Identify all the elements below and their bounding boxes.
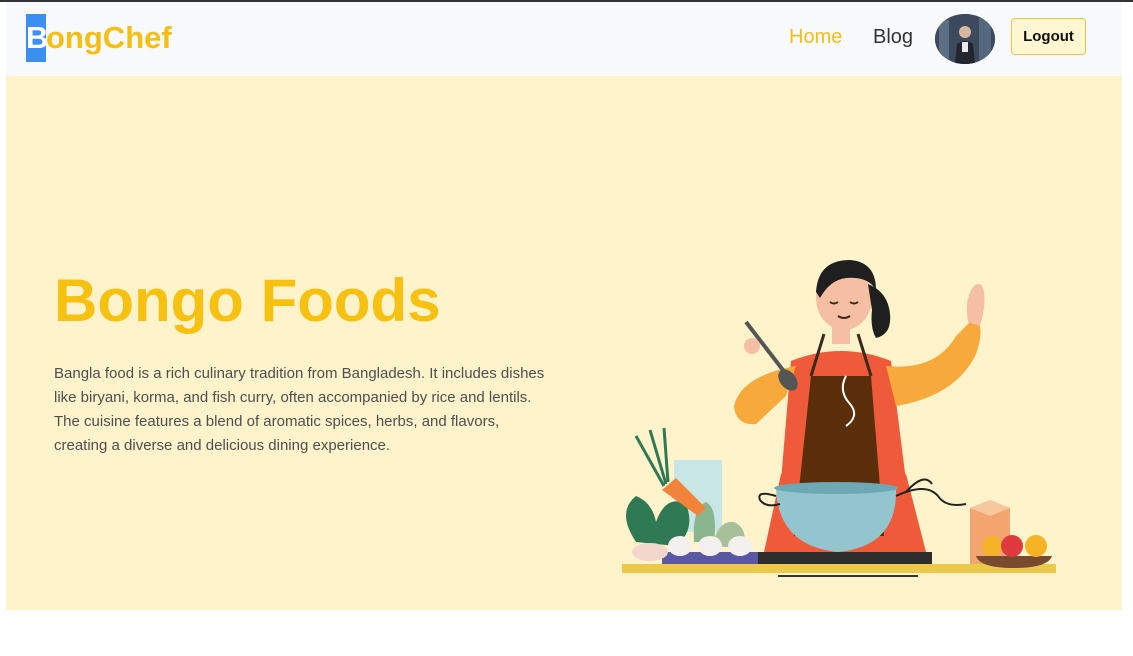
navbar: BongChef Home Blog Logout	[6, 2, 1122, 76]
avatar-photo-icon	[935, 14, 995, 64]
user-avatar[interactable]	[935, 14, 995, 64]
hero-description: Bangla food is a rich culinary tradition…	[54, 365, 545, 454]
hero-section: Bongo Foods Bangla food is a rich culina…	[6, 76, 1122, 610]
logo-text: ongChef	[46, 20, 172, 55]
nav-link-home[interactable]: Home	[789, 26, 842, 49]
hero-title: Bongo Foods	[54, 267, 441, 334]
nav-link-blog[interactable]: Blog	[873, 26, 913, 49]
logo-first-letter: B	[26, 14, 48, 62]
chef-cooking-illustration	[622, 260, 1056, 577]
logout-button[interactable]: Logout	[1011, 18, 1086, 55]
brand-logo[interactable]: BongChef	[26, 14, 172, 62]
